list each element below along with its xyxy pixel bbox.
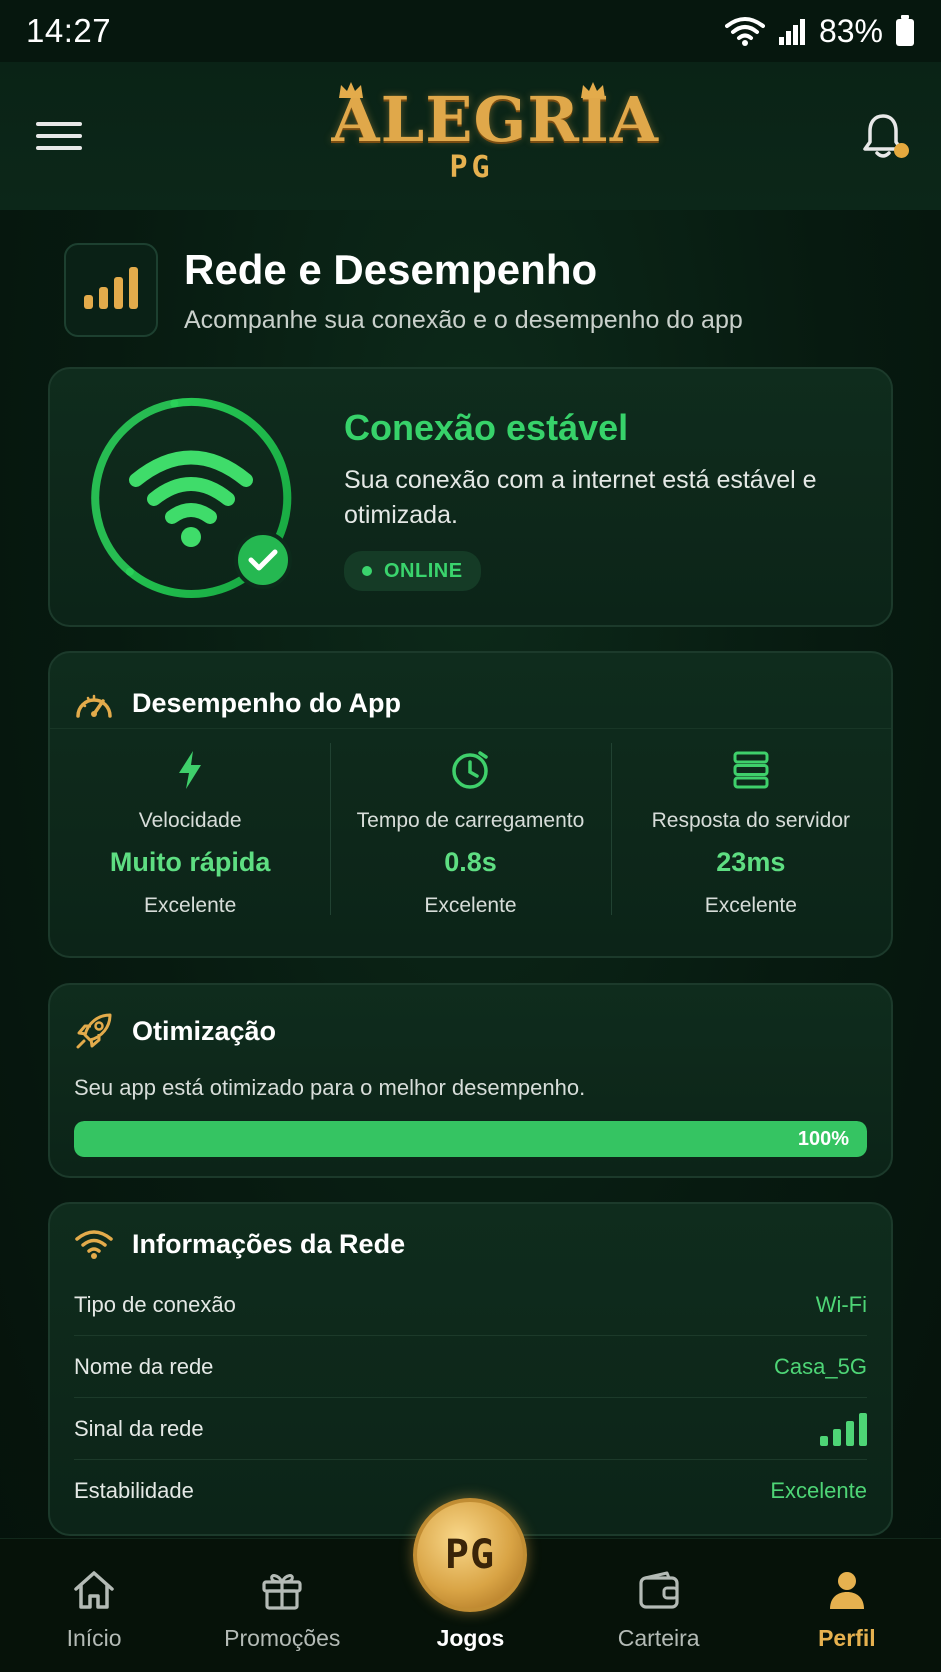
crown-icon <box>338 82 363 98</box>
speedometer-icon <box>76 694 112 718</box>
menu-button[interactable] <box>36 116 82 156</box>
wallet-icon <box>639 1571 679 1609</box>
wifi-status-icon <box>724 17 765 46</box>
metric-speed: Velocidade Muito rápida Excelente <box>50 729 330 958</box>
rocket-icon <box>76 1013 112 1049</box>
online-dot-icon <box>362 566 372 576</box>
status-time: 14:27 <box>26 12 112 49</box>
nav-item-perfil[interactable]: Perfil <box>767 1567 927 1652</box>
nav-item-inicio[interactable]: Início <box>14 1567 174 1652</box>
progress-fill: 100% <box>74 1121 867 1157</box>
metric-rating: Excelente <box>144 894 237 917</box>
nav-label: Jogos <box>436 1625 505 1651</box>
server-icon <box>733 751 769 789</box>
wifi-icon <box>75 1230 113 1259</box>
notifications-button[interactable] <box>861 112 909 160</box>
network-info-card: Informações da Rede Tipo de conexão Wi-F… <box>48 1202 893 1536</box>
notification-dot <box>894 143 909 158</box>
page-subtitle: Acompanhe sua conexão e o desempenho do … <box>184 305 743 334</box>
status-bar: 14:27 83% <box>0 0 941 62</box>
metric-load-time: Tempo de carregamento 0.8s Excelente <box>330 729 610 958</box>
connection-status-card: Conexão estável Sua conexão com a intern… <box>48 367 893 627</box>
row-label: Tipo de conexão <box>74 1291 236 1317</box>
metric-rating: Excelente <box>704 894 797 917</box>
network-info-title: Informações da Rede <box>132 1228 406 1259</box>
lightning-icon <box>179 751 202 789</box>
nav-label: Promoções <box>224 1625 341 1651</box>
home-icon <box>74 1571 114 1609</box>
row-label: Estabilidade <box>74 1478 194 1503</box>
nav-label: Início <box>66 1625 122 1651</box>
performance-title: Desempenho do App <box>132 688 402 718</box>
metric-server-response: Resposta do servidor 23ms Excelente <box>610 729 891 958</box>
menu-icon-line <box>36 146 82 150</box>
metric-label: Tempo de carregamento <box>356 809 585 832</box>
row-value: Excelente <box>770 1478 867 1503</box>
user-icon <box>829 1572 864 1609</box>
battery-icon <box>896 15 914 46</box>
nav-item-promocoes[interactable]: Promoções <box>202 1567 362 1652</box>
page-heading: Rede e Desempenho Acompanhe sua conexão … <box>64 242 894 338</box>
network-row-connection-type: Tipo de conexão Wi-Fi <box>74 1274 867 1336</box>
row-value: Wi-Fi <box>815 1291 867 1317</box>
metric-value: 23ms <box>716 847 786 877</box>
app-header: ALEGRIA PG <box>0 62 941 210</box>
menu-icon-line <box>36 122 82 126</box>
nav-label: Carteira <box>617 1625 700 1651</box>
battery-percent: 83% <box>818 12 883 49</box>
crown-icon <box>580 82 605 98</box>
optimization-description: Seu app está otimizado para o melhor des… <box>74 1075 586 1100</box>
row-value: Casa_5G <box>774 1353 867 1379</box>
logo-sub-text: PG <box>449 150 494 185</box>
connection-title: Conexão estável <box>344 407 629 448</box>
network-row-signal: Sinal da rede <box>74 1398 867 1460</box>
performance-header: Desempenho do App <box>50 653 891 729</box>
page-title: Rede e Desempenho <box>184 246 598 294</box>
progress-label: 100% <box>797 1127 849 1150</box>
connection-description: Sua conexão com a internet está estável … <box>344 466 817 529</box>
metric-value: Muito rápida <box>109 847 271 877</box>
metric-value: 0.8s <box>444 847 497 877</box>
nav-label: Perfil <box>818 1625 876 1651</box>
menu-icon-line <box>36 134 82 138</box>
online-badge-label: ONLINE <box>384 559 463 582</box>
cellular-signal-icon <box>778 19 805 45</box>
metric-rating: Excelente <box>424 894 517 917</box>
nav-item-carteira[interactable]: Carteira <box>579 1567 739 1652</box>
status-indicators: 83% <box>724 12 915 50</box>
signal-strength-icon <box>820 1412 867 1446</box>
optimization-card: Otimização Seu app está otimizado para o… <box>48 983 893 1178</box>
metric-label: Resposta do servidor <box>651 809 851 832</box>
pg-coin-button[interactable]: PG <box>413 1498 527 1612</box>
pg-coin-icon: PG <box>444 1532 496 1578</box>
app-logo[interactable]: ALEGRIA PG <box>331 82 660 185</box>
logo-main-text: ALEGRIA <box>331 83 660 156</box>
online-badge: ONLINE <box>344 551 481 591</box>
optimization-progress-bar: 100% <box>74 1121 867 1157</box>
signal-bars-icon <box>64 243 158 337</box>
network-row-network-name: Nome da rede Casa_5G <box>74 1336 867 1398</box>
gift-icon <box>262 1574 302 1610</box>
row-label: Nome da rede <box>74 1353 214 1379</box>
app-performance-card: Desempenho do App Velocidade Muito rápid… <box>48 651 893 958</box>
metric-label: Velocidade <box>138 809 242 832</box>
check-icon <box>234 531 292 589</box>
row-label: Sinal da rede <box>74 1415 204 1441</box>
clock-icon <box>452 751 489 789</box>
optimization-title: Otimização <box>132 1015 277 1046</box>
